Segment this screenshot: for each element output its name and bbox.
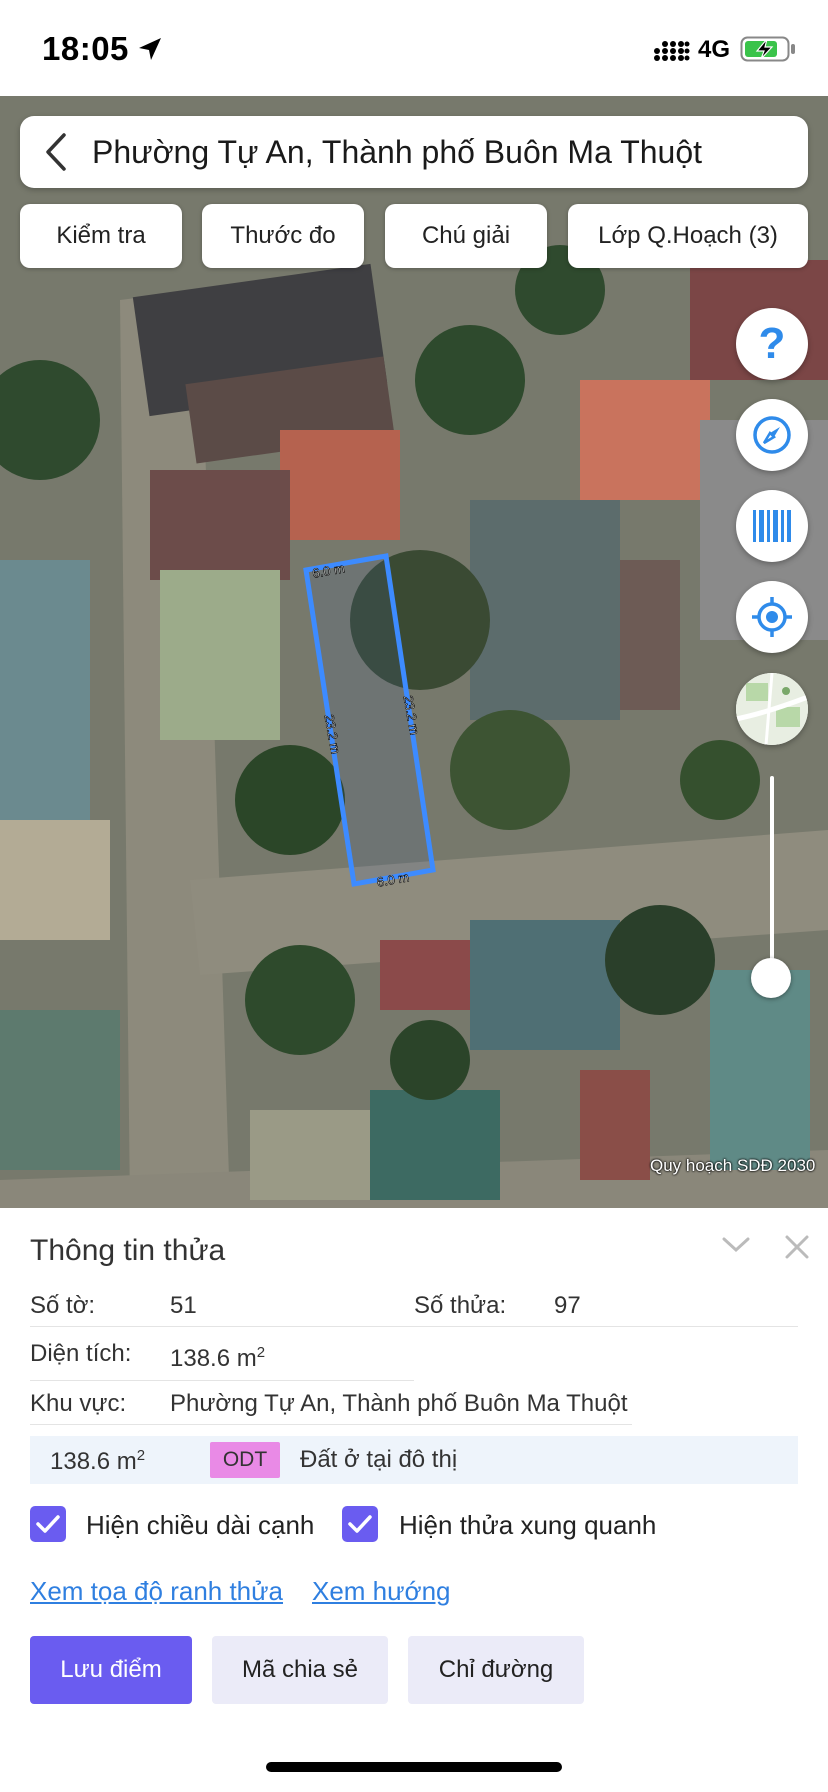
land-use-code-badge: ODT: [210, 1442, 280, 1478]
tool-measure-button[interactable]: Thước đo: [202, 204, 364, 268]
location-arrow-icon: [139, 38, 161, 60]
sheet-number-value: 51: [170, 1292, 197, 1319]
status-time: 18:05: [42, 30, 129, 67]
location-title: Phường Tự An, Thành phố Buôn Ma Thuột: [92, 133, 703, 170]
view-direction-link[interactable]: Xem hướng: [312, 1576, 451, 1607]
show-neighbors-checkbox[interactable]: [342, 1506, 378, 1542]
share-code-button[interactable]: Mã chia sẻ: [212, 1636, 388, 1704]
back-button[interactable]: [20, 116, 92, 188]
parcel-info-panel: Thông tin thửa Số tờ: 51 Số thửa: 97 Diệ…: [0, 1208, 828, 1792]
checkmark-icon: [36, 1515, 60, 1533]
home-indicator[interactable]: [266, 1762, 562, 1772]
land-use-area: 138.6 m2: [50, 1447, 146, 1475]
close-icon[interactable]: [784, 1234, 810, 1260]
directions-button[interactable]: Chỉ đường: [408, 1636, 584, 1704]
land-use-description: Đất ở tại đô thị: [300, 1446, 458, 1473]
divider: [30, 1326, 414, 1327]
panel-title: Thông tin thửa: [30, 1234, 226, 1267]
map-toolbar: Kiểm tra Thước đo Chú giải Lớp Q.Hoạch (…: [20, 204, 808, 268]
zoom-slider-track[interactable]: [770, 776, 774, 978]
locate-icon: [752, 597, 792, 637]
network-type: 4G: [698, 36, 731, 63]
battery-charging-icon: [740, 36, 795, 62]
show-edge-length-checkbox[interactable]: [30, 1506, 66, 1542]
divider: [30, 1380, 414, 1381]
help-button[interactable]: ?: [736, 308, 808, 380]
map-thumbnail-icon: [736, 673, 808, 745]
chevron-left-icon: [46, 133, 66, 171]
view-coordinates-link[interactable]: Xem tọa độ ranh thửa: [30, 1576, 283, 1607]
area-value: 138.6 m2: [170, 1344, 266, 1372]
parcel-number-value: 97: [554, 1292, 581, 1319]
tool-planning-layer-button[interactable]: Lớp Q.Hoạch (3): [568, 204, 808, 268]
barcode-button[interactable]: [736, 490, 808, 562]
region-label: Khu vực:: [30, 1390, 127, 1417]
help-icon: ?: [758, 319, 786, 368]
save-point-button[interactable]: Lưu điểm: [30, 1636, 192, 1704]
barcode-icon: [753, 510, 791, 542]
zoom-slider-thumb[interactable]: [751, 958, 791, 998]
compass-button[interactable]: [736, 399, 808, 471]
land-use-row: 138.6 m2 ODT Đất ở tại đô thị: [30, 1436, 798, 1484]
tool-check-button[interactable]: Kiểm tra: [20, 204, 182, 268]
checkmark-icon: [348, 1515, 372, 1533]
tool-legend-button[interactable]: Chú giải: [385, 204, 547, 268]
region-value: Phường Tự An, Thành phố Buôn Ma Thuột: [170, 1390, 628, 1417]
compass-icon: [753, 416, 791, 454]
show-neighbors-label[interactable]: Hiện thửa xung quanh: [399, 1510, 656, 1541]
map-layer-button[interactable]: [736, 673, 808, 745]
show-edge-length-label[interactable]: Hiện chiều dài cạnh: [86, 1510, 314, 1541]
divider: [414, 1326, 798, 1327]
area-label: Diện tích:: [30, 1340, 132, 1367]
parcel-number-label: Số thửa:: [414, 1292, 507, 1319]
locate-button[interactable]: [736, 581, 808, 653]
chevron-down-icon[interactable]: [722, 1236, 750, 1254]
location-header[interactable]: Phường Tự An, Thành phố Buôn Ma Thuột: [20, 116, 808, 188]
status-bar: 18:05 4G: [0, 0, 828, 96]
signal-icon: [654, 41, 690, 61]
divider: [30, 1424, 632, 1425]
map-watermark: Quy hoạch SDĐ 2030: [650, 1156, 816, 1175]
sheet-number-label: Số tờ:: [30, 1292, 96, 1319]
